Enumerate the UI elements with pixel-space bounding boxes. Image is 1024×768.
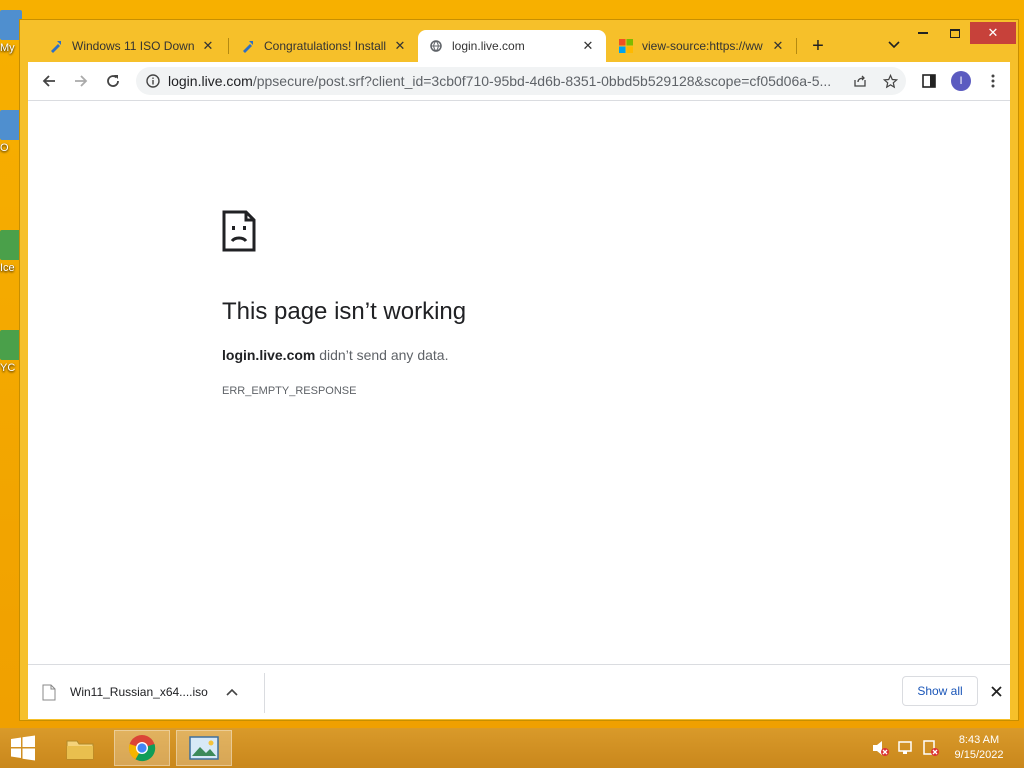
minimize-button[interactable]	[908, 22, 938, 44]
action-center-icon[interactable]	[922, 740, 940, 756]
back-button[interactable]	[36, 68, 62, 94]
desktop-icon-label: O	[0, 142, 9, 154]
chrome-taskbar-icon[interactable]	[114, 730, 170, 766]
download-shelf: Win11_Russian_x64....iso Show all	[28, 664, 1010, 719]
tab-login-live[interactable]: login.live.com ✕	[418, 30, 606, 62]
globe-icon	[428, 38, 444, 54]
bookmark-star-icon[interactable]	[874, 73, 906, 89]
url-host: login.live.com	[168, 73, 253, 89]
clock[interactable]: 8:43 AM 9/15/2022	[948, 733, 1010, 763]
sad-page-icon	[222, 210, 256, 257]
clock-time: 8:43 AM	[958, 734, 1000, 746]
tab-title: Congratulations! Install	[264, 39, 387, 53]
forward-button[interactable]	[68, 68, 94, 94]
tab-separator	[228, 38, 229, 54]
tool-icon	[48, 38, 64, 54]
error-host: login.live.com	[222, 347, 316, 363]
desktop-icon-image	[0, 110, 22, 140]
close-tab-icon[interactable]: ✕	[580, 38, 596, 54]
tab-strip: Windows 11 ISO Down ✕ Congratulations! I…	[20, 20, 1018, 62]
close-window-button[interactable]: ✕	[970, 22, 1016, 44]
error-title: This page isn’t working	[222, 298, 467, 325]
close-tab-icon[interactable]: ✕	[770, 38, 786, 54]
profile-avatar[interactable]: I	[948, 68, 974, 94]
tab-title: view-source:https://ww	[642, 39, 763, 53]
tab-title: login.live.com	[452, 39, 525, 53]
download-separator	[264, 673, 265, 713]
side-panel-icon[interactable]	[916, 68, 942, 94]
microsoft-icon	[618, 38, 634, 54]
new-tab-button[interactable]: +	[806, 34, 830, 58]
address-bar[interactable]: login.live.com/ppsecure/post.srf?client_…	[136, 67, 906, 95]
tab-windows-11-iso[interactable]: Windows 11 ISO Down ✕	[38, 30, 226, 62]
tab-congratulations[interactable]: Congratulations! Install ✕	[230, 30, 418, 62]
more-menu-icon[interactable]	[980, 68, 1006, 94]
error-description: login.live.com didn’t send any data.	[222, 347, 448, 363]
tool-icon	[240, 38, 256, 54]
error-description-text: didn’t send any data.	[315, 347, 449, 363]
browser-window: Windows 11 ISO Down ✕ Congratulations! I…	[20, 20, 1018, 720]
url-text: login.live.com/ppsecure/post.srf?client_…	[168, 73, 846, 89]
network-icon[interactable]	[898, 740, 916, 756]
volume-muted-icon[interactable]	[872, 740, 890, 756]
download-item[interactable]: Win11_Russian_x64....iso	[42, 677, 238, 707]
desktop-icon-label: My	[0, 42, 15, 54]
desktop-icon-image	[0, 330, 22, 360]
toolbar: login.live.com/ppsecure/post.srf?client_…	[28, 62, 1010, 100]
taskbar: 8:43 AM 9/15/2022	[0, 728, 1024, 768]
avatar: I	[951, 71, 971, 91]
download-file-name: Win11_Russian_x64....iso	[70, 685, 208, 699]
url-path: /ppsecure/post.srf?client_id=3cb0f710-95…	[252, 73, 832, 89]
reload-button[interactable]	[100, 68, 126, 94]
maximize-button[interactable]	[940, 22, 970, 44]
share-icon[interactable]	[846, 74, 874, 88]
tab-search-chevron-down-icon[interactable]	[884, 35, 904, 55]
page-content: This page isn’t working login.live.com d…	[28, 100, 1010, 664]
file-explorer-icon[interactable]	[52, 730, 108, 766]
info-icon[interactable]	[146, 74, 160, 88]
tab-view-source[interactable]: view-source:https://ww ✕	[608, 30, 796, 62]
desktop-icon-image	[0, 10, 22, 40]
desktop-icon-label: Ice	[0, 262, 15, 274]
close-tab-icon[interactable]: ✕	[392, 38, 408, 54]
chevron-up-icon[interactable]	[226, 688, 238, 696]
desktop-icon-image	[0, 230, 22, 260]
show-all-button[interactable]: Show all	[902, 676, 978, 706]
tab-title: Windows 11 ISO Down	[72, 39, 195, 53]
tab-separator	[796, 38, 797, 54]
start-button[interactable]	[0, 730, 46, 766]
close-download-shelf-icon[interactable]	[986, 681, 1006, 701]
desktop-icon-label: YC	[0, 362, 16, 374]
photos-taskbar-icon[interactable]	[176, 730, 232, 766]
clock-date: 9/15/2022	[954, 749, 1004, 761]
close-tab-icon[interactable]: ✕	[200, 38, 216, 54]
error-code: ERR_EMPTY_RESPONSE	[222, 385, 357, 397]
file-icon	[42, 684, 56, 701]
